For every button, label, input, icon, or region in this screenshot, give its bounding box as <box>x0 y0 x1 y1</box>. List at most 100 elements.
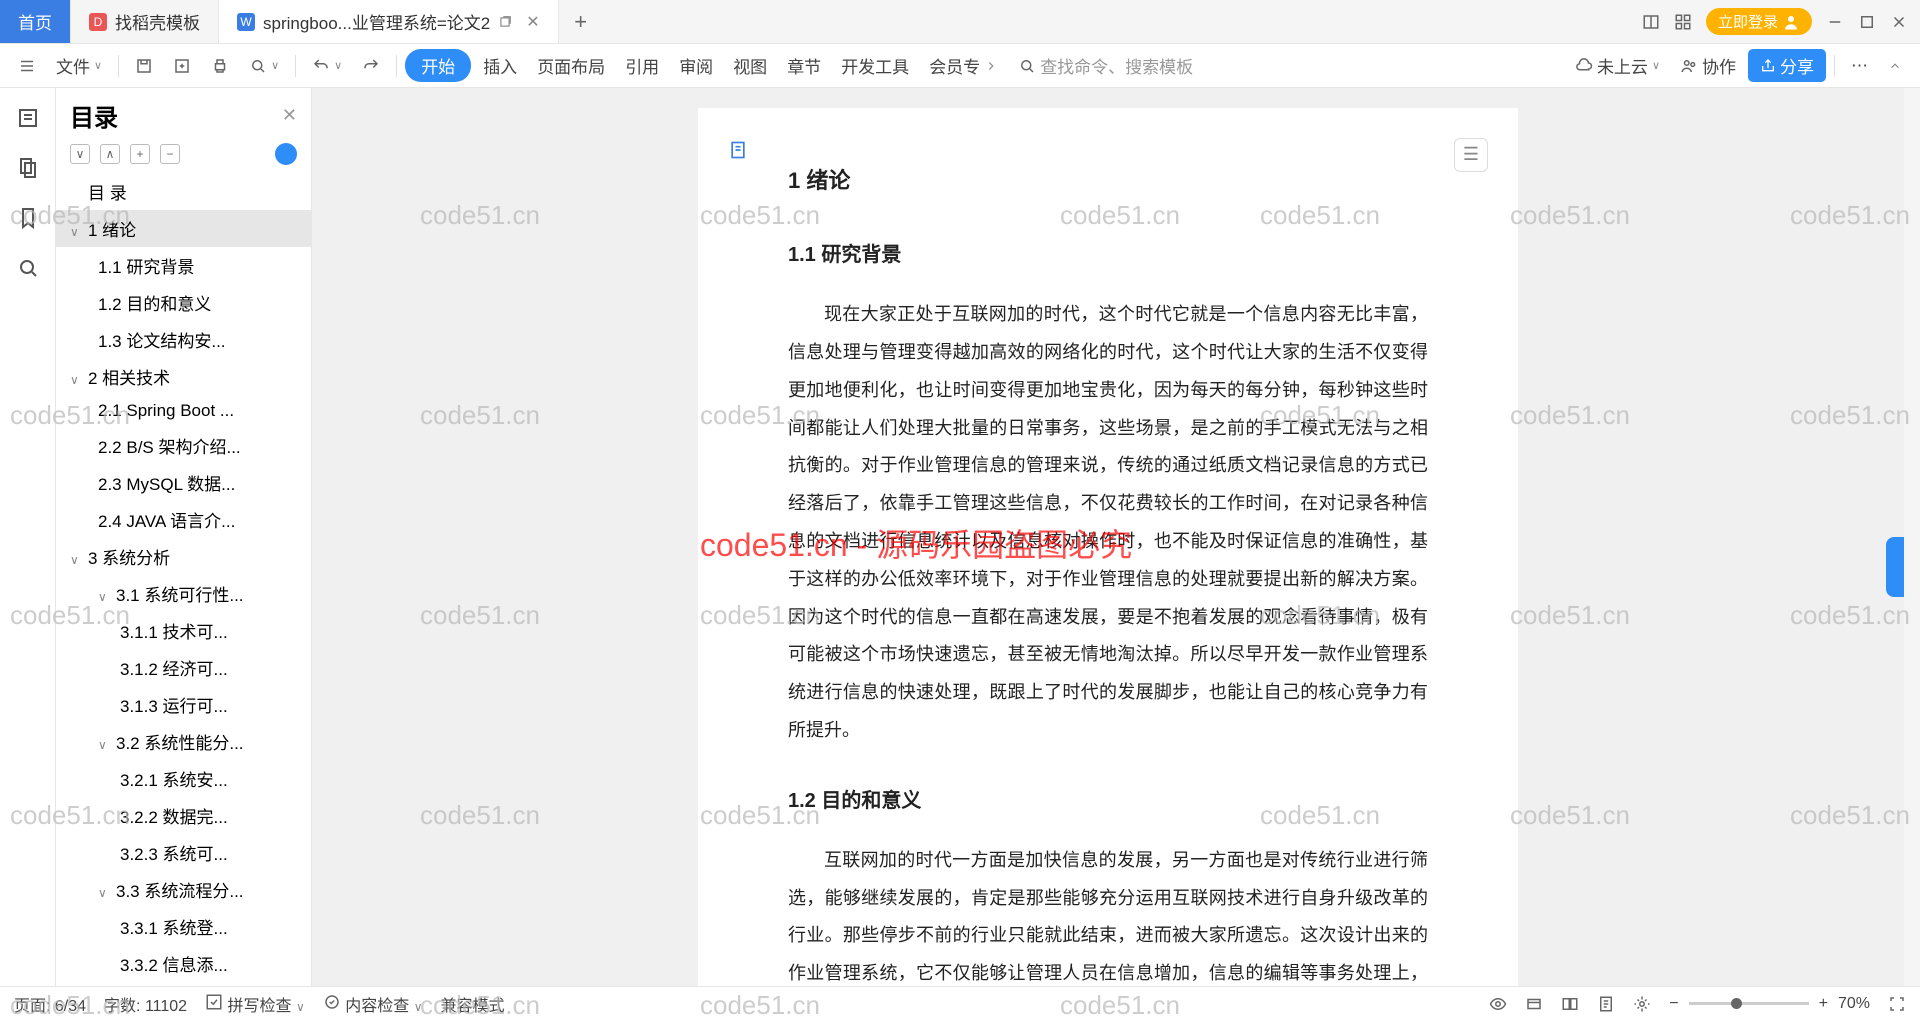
view-mode-3-icon[interactable] <box>1561 995 1579 1013</box>
thumbnail-icon[interactable] <box>16 156 40 180</box>
ribbon-insert[interactable]: 插入 <box>475 49 525 82</box>
redo-button[interactable] <box>354 53 388 79</box>
outline-node[interactable]: 1.1 研究背景 <box>56 247 311 284</box>
tab-label: 找稻壳模板 <box>115 9 200 34</box>
menu-button[interactable] <box>10 53 44 79</box>
outline-node[interactable]: 1.2 目的和意义 <box>56 284 311 321</box>
search-bar[interactable]: 查找命令、搜索模板 <box>1010 49 1201 82</box>
toggle-icon[interactable]: ∨ <box>70 553 84 567</box>
outline-node[interactable]: 3.3.1 系统登... <box>56 908 311 945</box>
minimize-icon[interactable] <box>1826 13 1844 31</box>
ribbon-member[interactable]: 会员专 <box>921 49 1006 82</box>
toggle-icon[interactable]: ∨ <box>98 886 112 900</box>
outline-node[interactable]: 目 录 <box>56 173 311 210</box>
view-mode-4-icon[interactable] <box>1597 995 1615 1013</box>
tab-templates[interactable]: D 找稻壳模板 <box>71 0 219 43</box>
toggle-icon[interactable]: ∨ <box>70 225 84 239</box>
fullscreen-icon[interactable] <box>1888 995 1906 1013</box>
outline-node[interactable]: 3.1.1 技术可... <box>56 612 311 649</box>
view-mode-2-icon[interactable] <box>1525 995 1543 1013</box>
outline-node[interactable]: 3.1.3 运行可... <box>56 686 311 723</box>
undo-button[interactable]: ∨ <box>304 53 350 79</box>
ribbon-view[interactable]: 视图 <box>725 49 775 82</box>
search-rail-icon[interactable] <box>16 256 40 280</box>
node-label: 3.2.3 系统可... <box>120 845 228 864</box>
remove-item-icon[interactable]: − <box>160 144 180 164</box>
ribbon-ref[interactable]: 引用 <box>617 49 667 82</box>
ribbon-review[interactable]: 审阅 <box>671 49 721 82</box>
outline-node[interactable]: 2.2 B/S 架构介绍... <box>56 427 311 464</box>
tab-home[interactable]: 首页 <box>0 0 71 43</box>
content-check[interactable]: 内容检查 ∨ <box>323 992 423 1016</box>
outline-node[interactable]: ∨1 绪论 <box>56 210 311 247</box>
zoom-out-icon[interactable]: − <box>1669 995 1678 1013</box>
settings-icon[interactable] <box>1633 995 1651 1013</box>
toggle-icon[interactable]: ∨ <box>98 738 112 752</box>
toggle-icon[interactable]: ∨ <box>70 373 84 387</box>
outline-node[interactable]: 1.3 论文结构安... <box>56 321 311 358</box>
zoom-in-icon[interactable]: + <box>1819 995 1828 1013</box>
page-indicator[interactable]: 页面: 6/34 <box>14 992 86 1016</box>
heading-1: 1 绪论 <box>788 158 1428 204</box>
collab-button[interactable]: 协作 <box>1672 49 1744 82</box>
saveas-button[interactable] <box>165 53 199 79</box>
ai-badge-icon[interactable] <box>275 143 297 165</box>
outline-node[interactable]: 2.4 JAVA 语言介... <box>56 501 311 538</box>
outline-node[interactable]: ∨3.3 系统流程分... <box>56 871 311 908</box>
document-viewport[interactable]: ☰ 1 绪论 1.1 研究背景 现在大家正处于互联网加的时代，这个时代它就是一个… <box>312 88 1904 986</box>
zoom-level[interactable]: 70% <box>1838 995 1870 1013</box>
outline-node[interactable]: 3.2.1 系统安... <box>56 760 311 797</box>
outline-node[interactable]: ∨2 相关技术 <box>56 358 311 395</box>
new-tab-button[interactable]: + <box>559 0 603 43</box>
collapse-all-icon[interactable]: ∨ <box>70 144 90 164</box>
ribbon-layout[interactable]: 页面布局 <box>529 49 613 82</box>
apps-icon[interactable] <box>1674 13 1692 31</box>
right-edge-handle[interactable] <box>1886 537 1904 597</box>
outline-node[interactable]: 2.1 Spring Boot ... <box>56 395 311 427</box>
spell-check[interactable]: 拼写检查 ∨ <box>205 992 305 1016</box>
outline-node[interactable]: ∨3.1 系统可行性... <box>56 575 311 612</box>
outline-node[interactable]: ∨3.2 系统性能分... <box>56 723 311 760</box>
login-button[interactable]: 立即登录 <box>1706 8 1812 35</box>
view-mode-1-icon[interactable] <box>1489 995 1507 1013</box>
outline-node[interactable]: 3.2.3 系统可... <box>56 834 311 871</box>
preview-button[interactable]: ∨ <box>241 53 287 79</box>
ribbon-chapter[interactable]: 章节 <box>779 49 829 82</box>
expand-all-icon[interactable]: ∧ <box>100 144 120 164</box>
close-window-icon[interactable] <box>1890 13 1908 31</box>
compat-mode[interactable]: 兼容模式 <box>441 992 505 1016</box>
outline-icon[interactable] <box>16 106 40 130</box>
right-scrollbar[interactable] <box>1904 88 1920 986</box>
node-label: 3.3.1 系统登... <box>120 919 228 938</box>
outline-node[interactable]: 3.2.2 数据完... <box>56 797 311 834</box>
save-button[interactable] <box>127 53 161 79</box>
page-options-button[interactable]: ☰ <box>1454 138 1488 172</box>
file-menu[interactable]: 文件∨ <box>48 49 110 82</box>
hamburger-icon <box>18 57 36 75</box>
layout-icon[interactable] <box>1642 13 1660 31</box>
outline-node[interactable]: 3.3.2 信息添... <box>56 945 311 982</box>
print-button[interactable] <box>203 53 237 79</box>
share-button[interactable]: 分享 <box>1748 49 1826 82</box>
popup-icon[interactable] <box>498 15 512 29</box>
ribbon-start[interactable]: 开始 <box>405 49 471 82</box>
close-tab-icon[interactable]: ✕ <box>526 12 539 32</box>
node-label: 3 系统分析 <box>88 549 170 568</box>
collapse-ribbon[interactable] <box>1880 55 1910 77</box>
ribbon-dev[interactable]: 开发工具 <box>833 49 917 82</box>
add-item-icon[interactable]: + <box>130 144 150 164</box>
tab-document[interactable]: W springboo...业管理系统=论文2 ✕ <box>219 0 559 43</box>
zoom-slider[interactable] <box>1689 1002 1809 1005</box>
print-icon <box>211 57 229 75</box>
maximize-icon[interactable] <box>1858 13 1876 31</box>
cloud-button[interactable]: 未上云∨ <box>1567 49 1668 82</box>
zoom-control[interactable]: − + 70% <box>1669 995 1870 1013</box>
close-panel-icon[interactable]: ✕ <box>282 105 297 126</box>
outline-node[interactable]: ∨ 3 系统分析 <box>56 538 311 575</box>
bookmark-icon[interactable] <box>16 206 40 230</box>
outline-node[interactable]: 2.3 MySQL 数据... <box>56 464 311 501</box>
word-count[interactable]: 字数: 11102 <box>104 992 187 1016</box>
toggle-icon[interactable]: ∨ <box>98 590 112 604</box>
more-button[interactable]: ⋯ <box>1843 52 1876 80</box>
outline-node[interactable]: 3.1.2 经济可... <box>56 649 311 686</box>
